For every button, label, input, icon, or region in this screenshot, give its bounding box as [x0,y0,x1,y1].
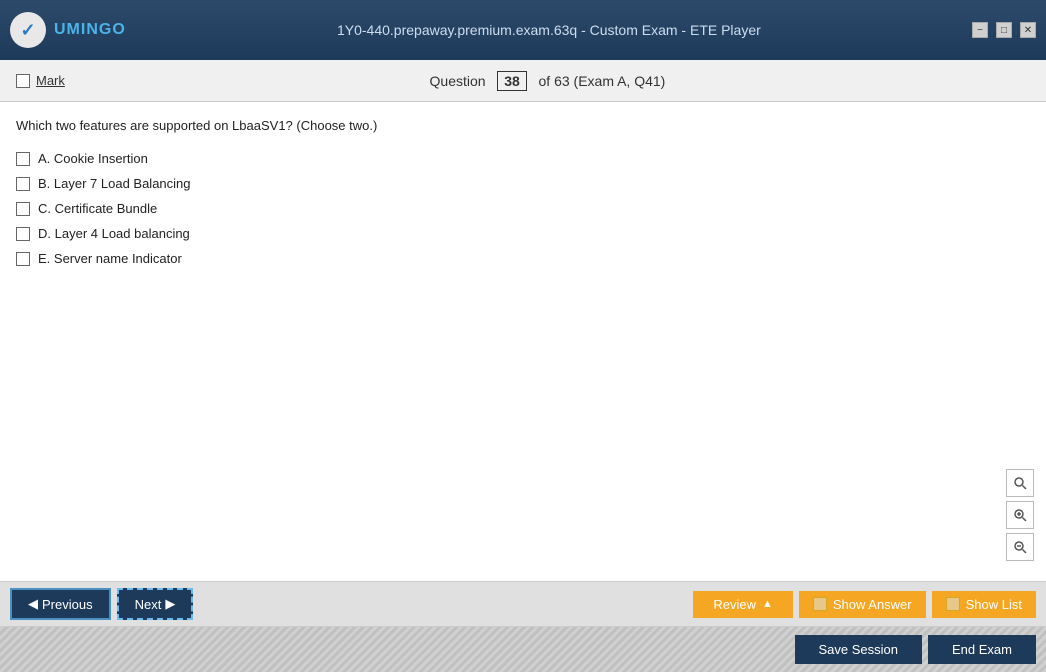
option-a-text: Cookie Insertion [54,151,148,166]
show-list-button[interactable]: Show List [932,591,1036,618]
next-label: Next [135,597,162,612]
option-c-checkbox[interactable] [16,202,30,216]
maximize-button[interactable]: □ [996,22,1012,38]
option-a-checkbox[interactable] [16,152,30,166]
option-b-label: B. Layer 7 Load Balancing [38,176,191,191]
option-e-text: Server name Indicator [54,251,182,266]
zoom-in-button[interactable] [1006,501,1034,529]
title-bar: ✓ UMINGO 1Y0-440.prepaway.premium.exam.6… [0,0,1046,60]
question-label: Question [430,73,486,89]
mark-checkbox[interactable] [16,74,30,88]
option-d: D. Layer 4 Load balancing [16,226,1030,241]
option-b-checkbox[interactable] [16,177,30,191]
show-list-label: Show List [966,597,1022,612]
previous-label: Previous [42,597,93,612]
minimize-button[interactable]: − [972,22,988,38]
option-b: B. Layer 7 Load Balancing [16,176,1030,191]
mark-area: Mark [16,73,65,88]
search-icon-button[interactable] [1006,469,1034,497]
option-c-id: C [38,201,47,216]
option-a-label: A. Cookie Insertion [38,151,148,166]
logo-circle: ✓ [10,12,46,48]
option-a: A. Cookie Insertion [16,151,1030,166]
show-answer-label: Show Answer [833,597,912,612]
previous-button[interactable]: ◀ Previous [10,588,111,620]
option-e-checkbox[interactable] [16,252,30,266]
option-c: C. Certificate Bundle [16,201,1030,216]
option-d-id: D [38,226,47,241]
option-d-label: D. Layer 4 Load balancing [38,226,190,241]
search-icon [1013,476,1027,490]
zoom-icons [1006,469,1034,561]
header-row: Mark Question 38 of 63 (Exam A, Q41) [0,60,1046,102]
prev-arrow-icon: ◀ [28,596,38,612]
next-arrow-icon: ▶ [165,596,175,612]
title-bar-left: ✓ UMINGO [10,12,126,48]
logo-text: UMINGO [54,21,126,39]
window-title: 1Y0-440.prepaway.premium.exam.63q - Cust… [337,22,761,38]
mark-label[interactable]: Mark [36,73,65,88]
show-list-icon [946,597,960,611]
option-c-label: C. Certificate Bundle [38,201,157,216]
show-answer-icon [813,597,827,611]
end-exam-button[interactable]: End Exam [928,635,1036,664]
save-session-label: Save Session [819,642,899,657]
zoom-out-icon [1013,540,1027,554]
option-b-id: B [38,176,47,191]
option-a-id: A [38,151,47,166]
option-d-text: Layer 4 Load balancing [55,226,190,241]
end-exam-label: End Exam [952,642,1012,657]
option-c-text: Certificate Bundle [55,201,158,216]
nav-row: ◀ Previous Next ▶ Review ▲ Show Answer S… [0,582,1046,627]
review-arrow-icon: ▲ [762,598,773,610]
review-label: Review [713,597,756,612]
question-info: Question 38 of 63 (Exam A, Q41) [430,71,666,91]
title-bar-controls: − □ ✕ [972,22,1036,38]
next-button[interactable]: Next ▶ [117,588,194,620]
option-e-label: E. Server name Indicator [38,251,182,266]
zoom-in-icon [1013,508,1027,522]
logo-check-icon: ✓ [20,20,35,41]
save-session-button[interactable]: Save Session [795,635,923,664]
question-text: Which two features are supported on Lbaa… [16,118,1030,133]
content-area: Which two features are supported on Lbaa… [0,102,1046,582]
option-e: E. Server name Indicator [16,251,1030,266]
zoom-out-button[interactable] [1006,533,1034,561]
bottom-bar: ◀ Previous Next ▶ Review ▲ Show Answer S… [0,582,1046,672]
show-answer-button[interactable]: Show Answer [799,591,926,618]
option-e-id: E [38,251,47,266]
action-row: Save Session End Exam [0,627,1046,672]
option-d-checkbox[interactable] [16,227,30,241]
question-total: of 63 (Exam A, Q41) [539,73,666,89]
close-button[interactable]: ✕ [1020,22,1036,38]
question-number: 38 [497,71,527,91]
option-b-text: Layer 7 Load Balancing [54,176,191,191]
review-button[interactable]: Review ▲ [693,591,793,618]
